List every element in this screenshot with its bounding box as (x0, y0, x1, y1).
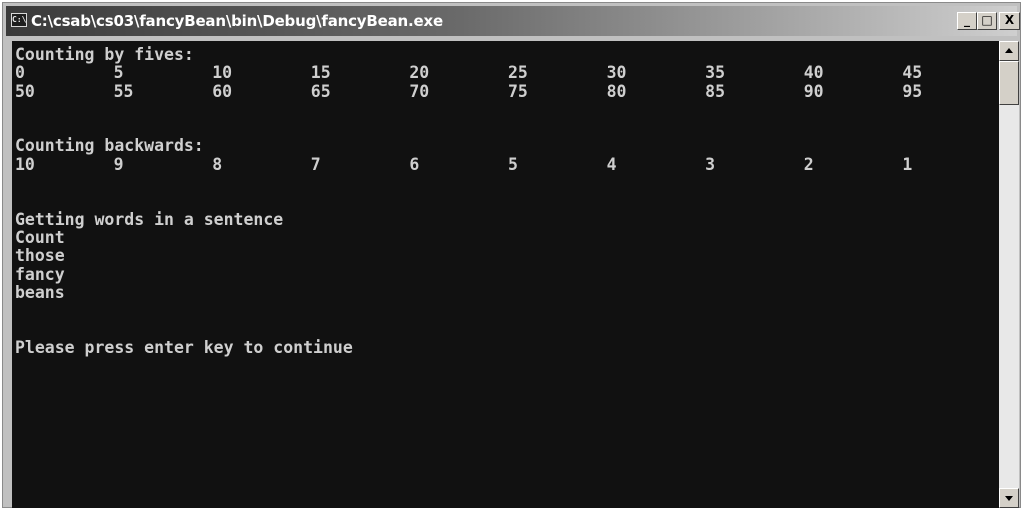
window-title: C:\csab\cs03\fancyBean\bin\Debug\fancyBe… (31, 12, 443, 30)
scroll-up-button[interactable] (999, 41, 1019, 61)
console-number-cell: 5 (507, 154, 518, 174)
console-number-cell: 4 (606, 154, 617, 174)
vertical-scrollbar[interactable] (999, 41, 1019, 508)
console-line: Counting backwards: (15, 136, 204, 156)
console-number-cell: 5 (113, 63, 124, 83)
scroll-down-arrow-icon (1005, 496, 1013, 501)
console-line: fancy (15, 264, 65, 284)
console-number-cell: 55 (113, 81, 134, 101)
console-number-cell: 9 (113, 154, 124, 174)
close-button[interactable]: X (999, 12, 1020, 30)
console-number-cell: 35 (705, 63, 726, 83)
console-number-cell: 90 (803, 81, 824, 101)
console-line: beans (15, 282, 65, 302)
scroll-up-arrow-icon (1005, 48, 1013, 53)
console-line: Please press enter key to continue (15, 337, 353, 357)
console-line: Getting words in a sentence (15, 209, 284, 229)
console-number-cell: 40 (803, 63, 824, 83)
console-line: Counting by fives: (15, 45, 194, 64)
console-number-row: 50 55 60 65 70 75 80 85 90 95 (15, 81, 999, 101)
console-number-cell: 10 (15, 154, 35, 174)
title-bar[interactable]: C:\ C:\csab\cs03\fancyBean\bin\Debug\fan… (6, 6, 1020, 36)
console-number-cell: 1 (902, 154, 913, 174)
console-text: Counting by fives: 0 5 10 15 20 25 30 35 40 45 50 55… (15, 45, 999, 357)
console-number-cell: 70 (409, 81, 430, 101)
console-number-cell: 45 (902, 63, 923, 83)
console-number-cell: 3 (705, 154, 716, 174)
scroll-down-button[interactable] (999, 488, 1019, 508)
console-number-cell: 30 (606, 63, 627, 83)
console-number-row: 0 5 10 15 20 25 30 35 40 45 (15, 63, 999, 83)
console-number-cell: 60 (212, 81, 233, 101)
console-output-area[interactable]: Counting by fives: 0 5 10 15 20 25 30 35 40 45 50 55… (12, 41, 999, 508)
maximize-button[interactable]: □ (977, 12, 997, 30)
console-number-cell: 75 (507, 81, 528, 101)
console-number-cell: 80 (606, 81, 627, 101)
console-number-cell: 10 (212, 63, 233, 83)
console-number-cell: 85 (705, 81, 726, 101)
console-app-icon[interactable]: C:\ (11, 13, 27, 27)
console-number-cell: 2 (803, 154, 814, 174)
console-number-cell: 25 (507, 63, 528, 83)
console-number-cell: 6 (409, 154, 420, 174)
console-number-cell: 15 (310, 63, 331, 83)
console-number-cell: 20 (409, 63, 430, 83)
console-number-cell: 95 (902, 81, 923, 101)
console-number-cell: 0 (15, 63, 25, 83)
console-number-cell: 50 (15, 81, 35, 101)
console-line: Count (15, 227, 65, 247)
console-window: C:\ C:\csab\cs03\fancyBean\bin\Debug\fan… (2, 2, 1021, 508)
console-number-cell: 7 (310, 154, 321, 174)
console-number-row: 10 9 8 7 6 5 4 3 2 1 (15, 154, 999, 174)
console-number-cell: 65 (310, 81, 331, 101)
console-line: those (15, 246, 65, 266)
scrollbar-thumb[interactable] (999, 61, 1019, 105)
minimize-button[interactable]: _ (957, 12, 977, 30)
console-number-cell: 8 (212, 154, 223, 174)
